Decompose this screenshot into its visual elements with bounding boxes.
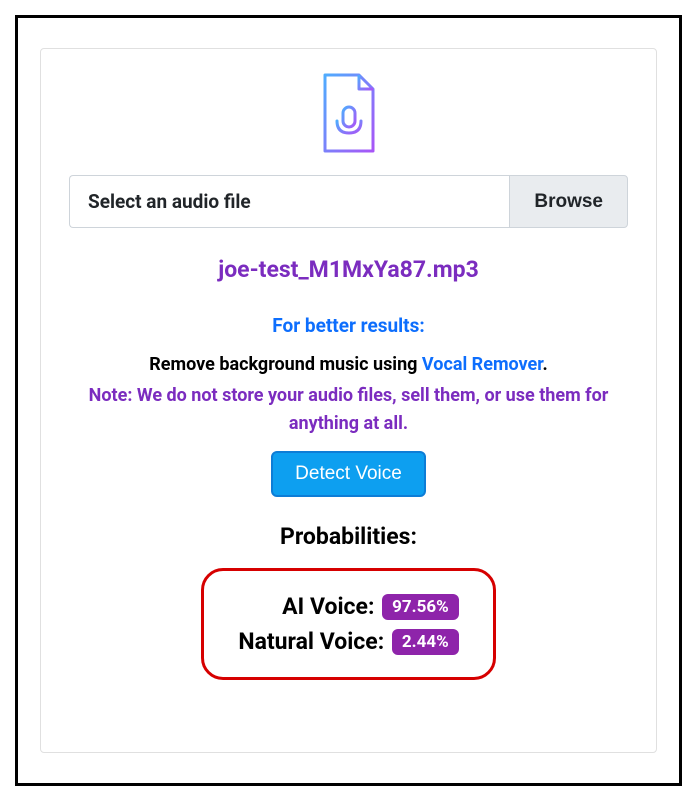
natural-voice-value-badge: 2.44% bbox=[392, 629, 459, 655]
file-input-field[interactable]: Select an audio file bbox=[69, 175, 509, 228]
file-input-group: Select an audio file Browse bbox=[69, 175, 628, 228]
instruction-text-suffix: . bbox=[543, 354, 548, 375]
detect-voice-button[interactable]: Detect Voice bbox=[271, 451, 426, 497]
vocal-remover-link[interactable]: Vocal Remover bbox=[422, 354, 543, 375]
selected-filename: joe-test_M1MxYa87.mp3 bbox=[69, 256, 628, 283]
natural-voice-label: Natural Voice: bbox=[238, 628, 384, 655]
instruction-text-prefix: Remove background music using bbox=[149, 354, 422, 375]
natural-voice-row: Natural Voice: 2.44% bbox=[238, 628, 458, 655]
instruction-line: Remove background music using Vocal Remo… bbox=[69, 349, 628, 381]
ai-voice-label: AI Voice: bbox=[282, 593, 374, 620]
results-highlight-box: AI Voice: 97.56% Natural Voice: 2.44% bbox=[201, 568, 495, 680]
instructions-heading: For better results: bbox=[69, 309, 628, 343]
ai-voice-row: AI Voice: 97.56% bbox=[238, 593, 458, 620]
ai-voice-value-badge: 97.56% bbox=[382, 594, 459, 620]
upload-card: Select an audio file Browse joe-test_M1M… bbox=[40, 48, 657, 753]
probabilities-heading: Probabilities: bbox=[69, 523, 628, 550]
outer-frame: Select an audio file Browse joe-test_M1M… bbox=[15, 15, 682, 786]
browse-button[interactable]: Browse bbox=[509, 175, 628, 228]
audio-file-icon bbox=[317, 73, 381, 157]
instruction-note: Note: We do not store your audio files, … bbox=[69, 382, 628, 440]
instructions-block: For better results: Remove background mu… bbox=[69, 309, 628, 439]
